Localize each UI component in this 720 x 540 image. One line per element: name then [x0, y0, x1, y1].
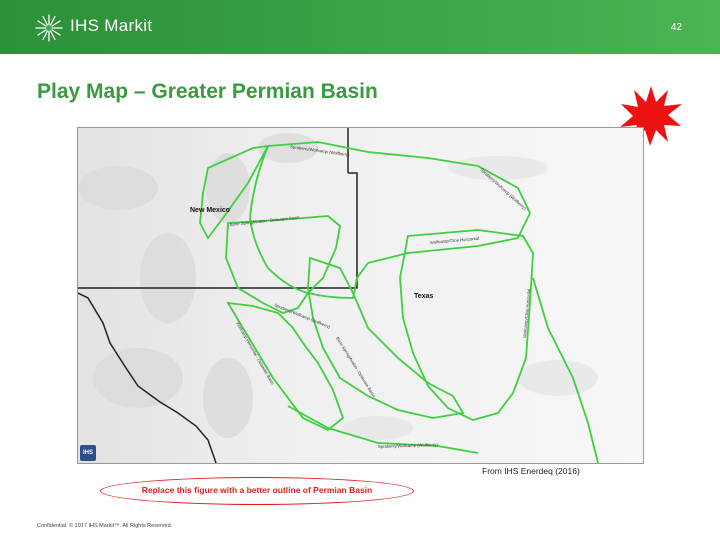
note-text: Replace this figure with a better outlin…: [141, 485, 373, 495]
state-label-new-mexico: New Mexico: [190, 207, 230, 214]
note-callout: Replace this figure with a better outlin…: [100, 477, 414, 505]
header-bar: IHS Markit 42: [0, 0, 720, 54]
ihs-badge: IHS: [80, 445, 96, 461]
page-number: 42: [670, 22, 682, 33]
brand-name: IHS Markit: [70, 16, 153, 35]
ihs-starburst-icon: [35, 14, 63, 42]
play-map: Spraberry/Wolfcamp (Wolfberry) Spraberry…: [77, 127, 644, 464]
footer-text: Confidential. © 2017 IHS Markit™. All Ri…: [37, 523, 173, 529]
map-canvas: Spraberry/Wolfcamp (Wolfberry) Spraberry…: [78, 128, 643, 463]
source-caption: From IHS Enerdeq (2016): [482, 466, 580, 476]
state-label-texas: Texas: [414, 293, 433, 300]
slide-title: Play Map – Greater Permian Basin: [37, 80, 378, 103]
